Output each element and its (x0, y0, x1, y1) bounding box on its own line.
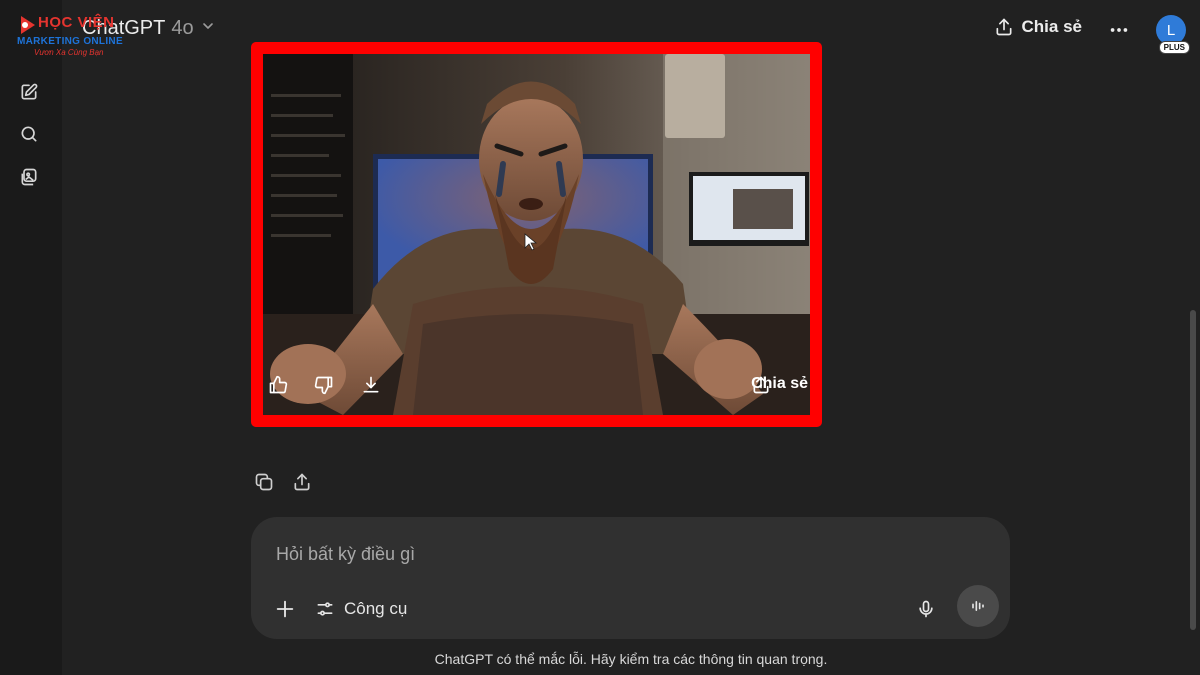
share-button[interactable]: Chia sẻ (994, 17, 1082, 37)
watermark-subtitle: MARKETING ONLINE (17, 36, 123, 47)
scrollbar[interactable] (1190, 310, 1196, 630)
message-actions (252, 470, 314, 494)
generated-image-highlight: Chia sẻ (251, 42, 822, 427)
search-icon (21, 126, 37, 142)
message-share-button[interactable] (290, 470, 314, 494)
copy-button[interactable] (252, 470, 276, 494)
watermark-slogan: Vươn Xa Cùng Bạn (34, 48, 104, 57)
image-share-button[interactable]: Chia sẻ (751, 375, 808, 394)
prompt-input[interactable] (276, 541, 976, 567)
library-button[interactable] (14, 162, 44, 192)
plan-badge: PLUS (1158, 41, 1190, 54)
voice-mode-button[interactable] (957, 585, 999, 627)
like-button[interactable] (268, 375, 294, 401)
generated-image[interactable]: Chia sẻ (263, 54, 810, 415)
add-attachment-button[interactable] (271, 595, 299, 623)
voice-waveform-icon (972, 601, 984, 611)
new-chat-icon (21, 83, 38, 100)
thumbs-up-icon (269, 375, 288, 394)
plus-icon (276, 600, 294, 618)
thumbs-down-icon (314, 376, 333, 395)
copy-icon (255, 473, 273, 491)
share-icon (996, 18, 1012, 36)
sidebar-rail (0, 0, 62, 675)
warrior-portrait-image (263, 54, 810, 415)
tools-button[interactable]: Công cụ (315, 595, 407, 623)
watermark-logo: HỌC VIỆN MARKETING ONLINE Vươn Xa Cùng B… (14, 12, 126, 58)
watermark-title: HỌC VIỆN (38, 14, 115, 31)
download-button[interactable] (361, 375, 387, 401)
dictate-button[interactable] (912, 595, 940, 623)
dislike-button[interactable] (314, 375, 340, 401)
sliders-icon (317, 602, 333, 616)
more-dots-icon (1110, 28, 1128, 32)
share-icon (294, 473, 310, 491)
disclaimer-text: ChatGPT có thể mắc lỗi. Hãy kiểm tra các… (434, 651, 828, 667)
download-icon (363, 376, 379, 393)
brand-logo-icon (21, 16, 35, 34)
model-version: 4o (171, 17, 194, 39)
image-action-bar: Chia sẻ (263, 375, 810, 401)
more-options-button[interactable] (1108, 20, 1130, 40)
chevron-down-icon (200, 18, 216, 39)
new-chat-button[interactable] (14, 77, 44, 107)
share-label: Chia sẻ (1021, 17, 1082, 36)
share-icon (753, 376, 769, 394)
tools-label: Công cụ (344, 599, 408, 618)
microphone-icon (919, 600, 933, 618)
library-icon (21, 168, 37, 186)
search-button[interactable] (14, 119, 44, 149)
composer: Công cụ (251, 517, 1010, 639)
